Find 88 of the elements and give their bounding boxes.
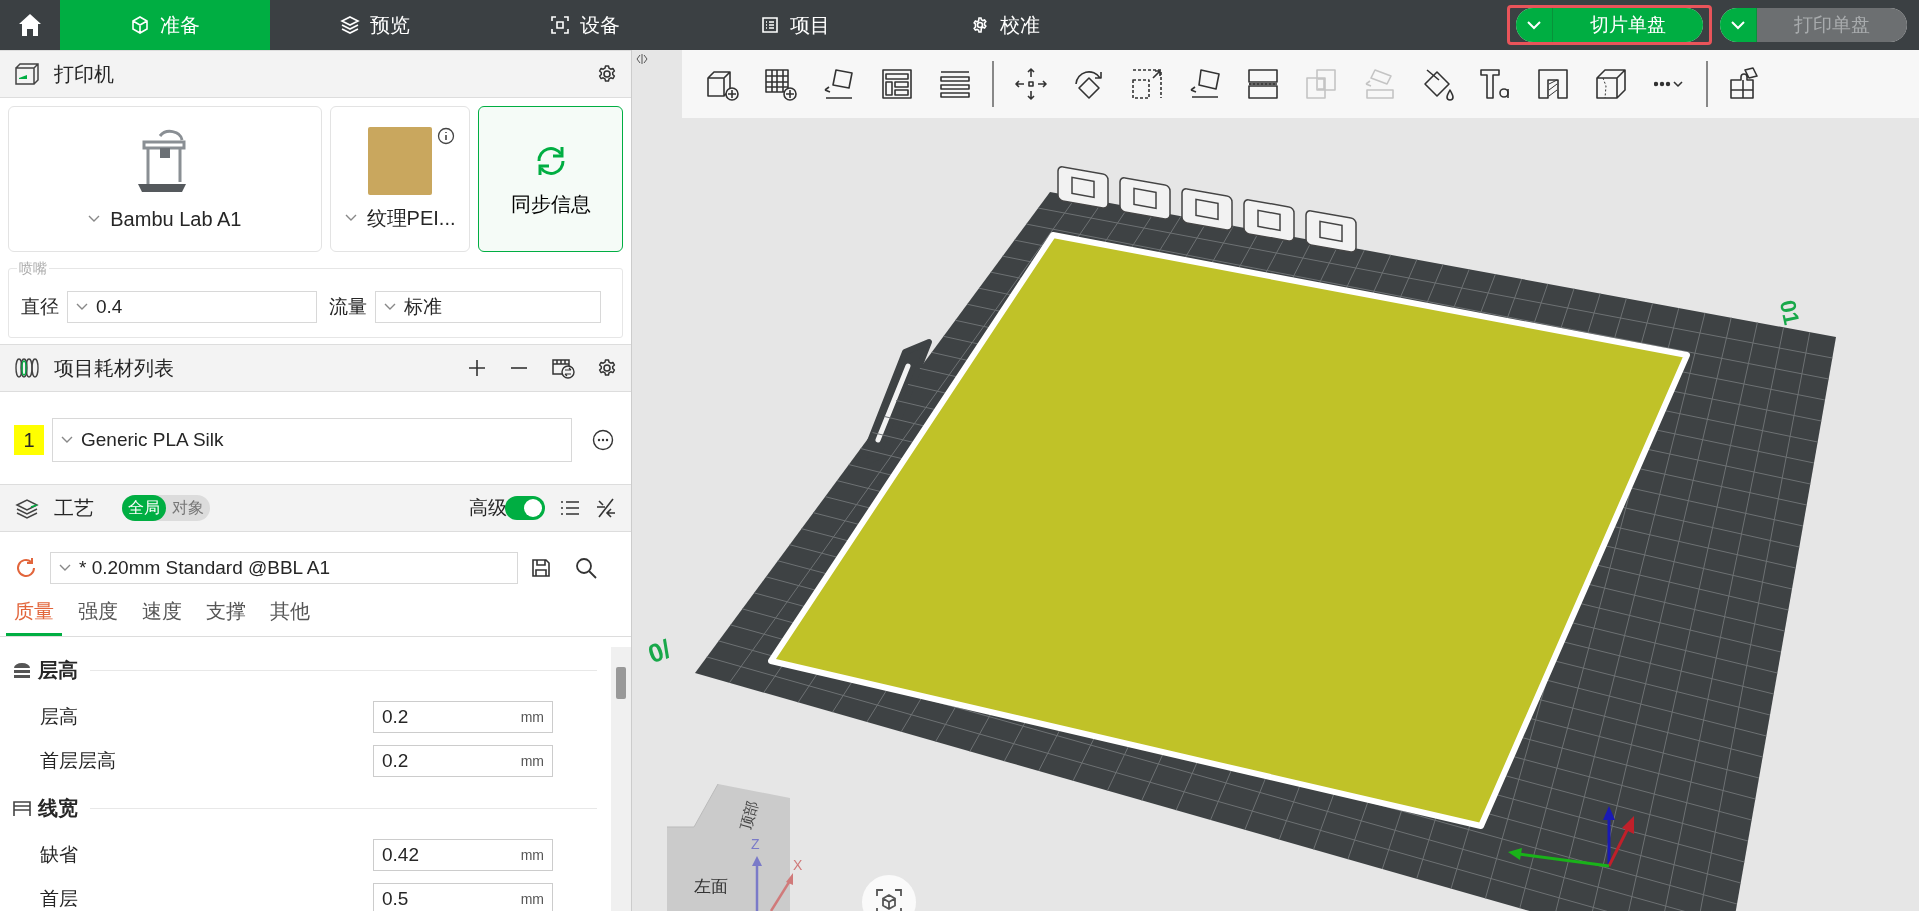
caret-icon: [88, 215, 101, 223]
axis-label: X: [793, 857, 803, 873]
save-icon[interactable]: [530, 557, 552, 579]
axis-label: Z: [751, 836, 760, 852]
list-icon[interactable]: [559, 498, 581, 518]
printer-card[interactable]: Bambu Lab A1: [8, 106, 322, 252]
scale-icon: [1129, 66, 1165, 102]
line-width-icon: [12, 798, 32, 818]
flow-dropdown[interactable]: 标准: [375, 291, 601, 323]
caret-icon: [61, 436, 73, 444]
field-label: 流量: [329, 295, 367, 319]
plate-card[interactable]: 纹理PEI...: [329, 106, 471, 252]
group-title: 层高: [38, 657, 78, 683]
emboss-icon: [1535, 66, 1571, 102]
arrange-icon: [879, 66, 915, 102]
scrollbar[interactable]: [611, 647, 631, 911]
filament-settings-icon[interactable]: [597, 358, 617, 378]
plate-number: 01: [1774, 297, 1805, 327]
remove-button[interactable]: [509, 366, 529, 370]
cube-view-icon: [874, 887, 904, 911]
group-title: 线宽: [38, 795, 78, 821]
info-icon[interactable]: [437, 127, 456, 145]
caret-icon: [76, 303, 88, 311]
more-icon: [1654, 79, 1684, 89]
plate-thumbnail: [368, 126, 433, 195]
compare-icon[interactable]: [595, 497, 617, 519]
minus-icon: [509, 366, 529, 370]
reset-icon[interactable]: [14, 556, 38, 580]
section-title: 工艺: [54, 495, 94, 521]
caret-icon: [59, 564, 71, 572]
settings-tab[interactable]: 支撑: [198, 592, 254, 636]
list-icon: [760, 15, 780, 35]
group-legend: 喷嘴: [17, 260, 49, 278]
value-input[interactable]: 0.5 mm: [373, 883, 553, 911]
printer-icon: [14, 62, 40, 86]
printer-name: Bambu Lab A1: [110, 207, 242, 231]
plus-icon: [467, 358, 487, 378]
search-icon[interactable]: [574, 556, 598, 580]
seam-icon: [1593, 66, 1629, 102]
boolean-icon: [1303, 66, 1339, 102]
filament-icon: [14, 357, 40, 379]
value-input[interactable]: 0.2 mm: [373, 701, 553, 733]
add-button[interactable]: [467, 358, 487, 378]
plate-number: 0/: [643, 633, 675, 670]
settings-tab[interactable]: 速度: [134, 592, 190, 636]
add-plate-icon: [763, 66, 799, 102]
setting-label: 首层: [40, 887, 79, 911]
section-title: 打印机: [54, 61, 115, 87]
advanced-label: 高级: [469, 496, 507, 520]
caret-icon: [344, 214, 357, 222]
filament-dropdown[interactable]: Generic PLA Silk: [52, 418, 572, 462]
collapse-icon[interactable]: [636, 54, 648, 64]
layers-icon: [340, 15, 360, 35]
printer-settings-icon[interactable]: [597, 64, 617, 84]
sync-info-button[interactable]: 同步信息: [478, 106, 623, 252]
sync-ams-icon[interactable]: [551, 357, 575, 379]
value-input[interactable]: 0.2 mm: [373, 745, 553, 777]
nav-tab[interactable]: 校准: [900, 0, 1110, 50]
view-axes-drawing: [752, 856, 793, 911]
more-icon[interactable]: [592, 429, 614, 451]
cut-icon: [1245, 66, 1281, 102]
gear-icon: [970, 15, 990, 35]
caret-icon: [1731, 20, 1745, 30]
setting-label: 层高: [40, 705, 79, 729]
caret-icon: [1527, 20, 1541, 30]
cube-icon: [130, 15, 150, 35]
caret-icon: [384, 303, 396, 311]
scan-frame-icon: [550, 15, 570, 35]
nav-tab[interactable]: 预览: [270, 0, 480, 50]
layers-icon: [14, 497, 40, 519]
nav-tab[interactable]: 项目: [690, 0, 900, 50]
cube-face-label: 左面: [694, 877, 728, 896]
advanced-switch[interactable]: [505, 496, 545, 520]
settings-tab[interactable]: 强度: [70, 592, 126, 636]
diameter-dropdown[interactable]: 0.4: [67, 291, 317, 323]
section-title: 项目耗材列表: [54, 355, 175, 381]
setting-label: 缺省: [40, 843, 79, 867]
move-icon: [1013, 66, 1049, 102]
nav-tab[interactable]: 设备: [480, 0, 690, 50]
setting-label: 首层层高: [40, 749, 117, 773]
plate-name: 纹理PEI...: [366, 205, 456, 231]
value-input[interactable]: 0.42 mm: [373, 839, 553, 871]
layer-height-icon: [12, 660, 32, 680]
cube-face-label: 顶部: [736, 798, 761, 833]
filament-color-swatch[interactable]: 1: [14, 425, 44, 455]
field-label: 直径: [21, 295, 59, 319]
preset-dropdown[interactable]: * 0.20mm Standard @BBL A1: [50, 552, 518, 584]
settings-tab[interactable]: 其他: [262, 592, 318, 636]
